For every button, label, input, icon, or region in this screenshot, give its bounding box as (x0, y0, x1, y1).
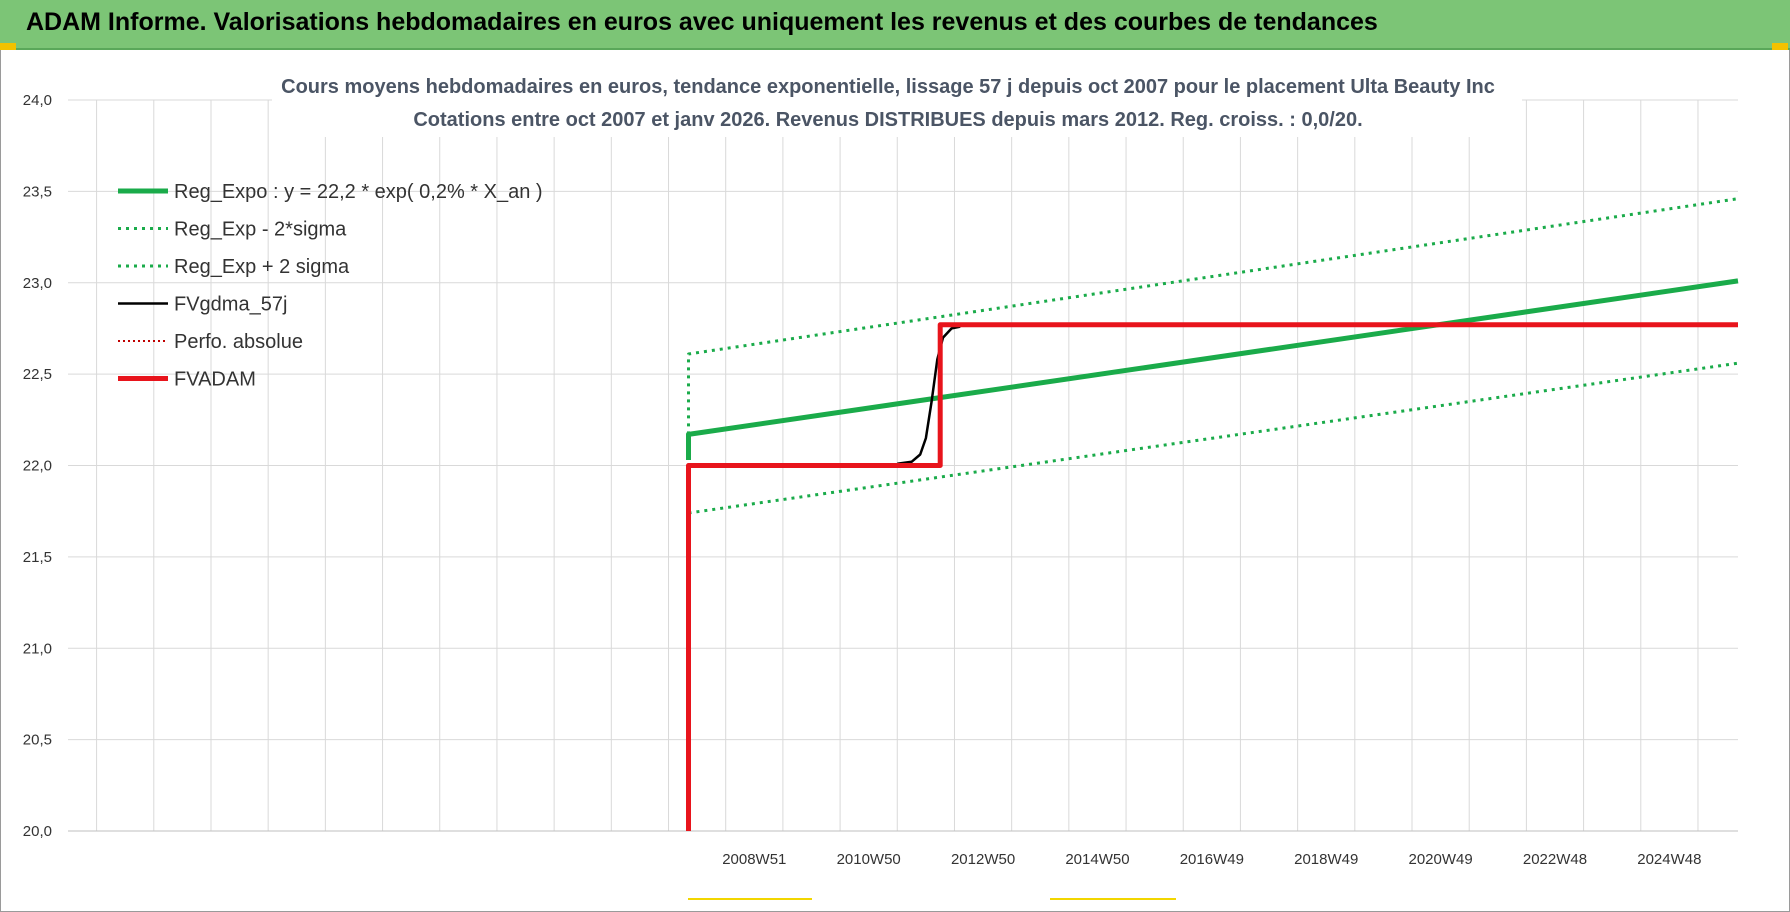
x-tick-label: 2018W49 (1294, 851, 1358, 868)
x-tick-label: 2024W48 (1637, 851, 1701, 868)
series-layer (686, 197, 1739, 831)
x-tick-label: 2020W49 (1408, 851, 1472, 868)
x-tick-label: 2016W49 (1180, 851, 1244, 868)
x-tick-label: 2008W51 (722, 851, 786, 868)
legend-label: FVADAM (174, 369, 256, 391)
line-chart: Cours moyens hebdomadaires en euros, ten… (23, 67, 1739, 900)
series-line-2 (688, 361, 1739, 515)
legend-label: Reg_Exp - 2*sigma (174, 219, 347, 241)
x-tick-label: 2010W50 (837, 851, 901, 868)
legend-label: Reg_Expo : y = 22,2 * exp( 0,2% * X_an ) (174, 181, 543, 203)
y-tick-label: 21,0 (23, 640, 52, 657)
legend-label: FVgdma_57j (174, 294, 287, 316)
y-tick-label: 24,0 (23, 92, 52, 109)
legend: Reg_Expo : y = 22,2 * exp( 0,2% * X_an )… (118, 181, 543, 391)
legend-label: Perfo. absolue (174, 331, 303, 353)
series-line-6 (686, 322, 1738, 831)
chart-title-line-1: Cours moyens hebdomadaires en euros, ten… (281, 76, 1495, 98)
y-axis-ticks: 20,0 20,5 21,0 21,5 22,0 22,5 23,0 23,5 24,0 (23, 92, 52, 840)
y-tick-label: 23,5 (23, 183, 52, 200)
y-tick-label: 21,5 (23, 549, 52, 566)
legend-label: Reg_Exp + 2 sigma (174, 256, 350, 278)
x-tick-label: 2014W50 (1065, 851, 1129, 868)
y-tick-label: 20,0 (23, 823, 52, 840)
y-tick-label: 22,0 (23, 458, 52, 475)
y-tick-label: 22,5 (23, 366, 52, 383)
y-tick-label: 20,5 (23, 732, 52, 749)
x-tick-label: 2022W48 (1523, 851, 1587, 868)
chart-title-line-2: Cotations entre oct 2007 et janv 2026. R… (413, 109, 1362, 131)
x-axis-ticks: 2008W51 2010W50 2012W50 2014W50 2016W49 2018W… (722, 851, 1701, 868)
y-tick-label: 23,0 (23, 275, 52, 292)
x-tick-label: 2012W50 (951, 851, 1015, 868)
series-line-1 (686, 278, 1739, 460)
series-line-3 (687, 197, 1739, 435)
